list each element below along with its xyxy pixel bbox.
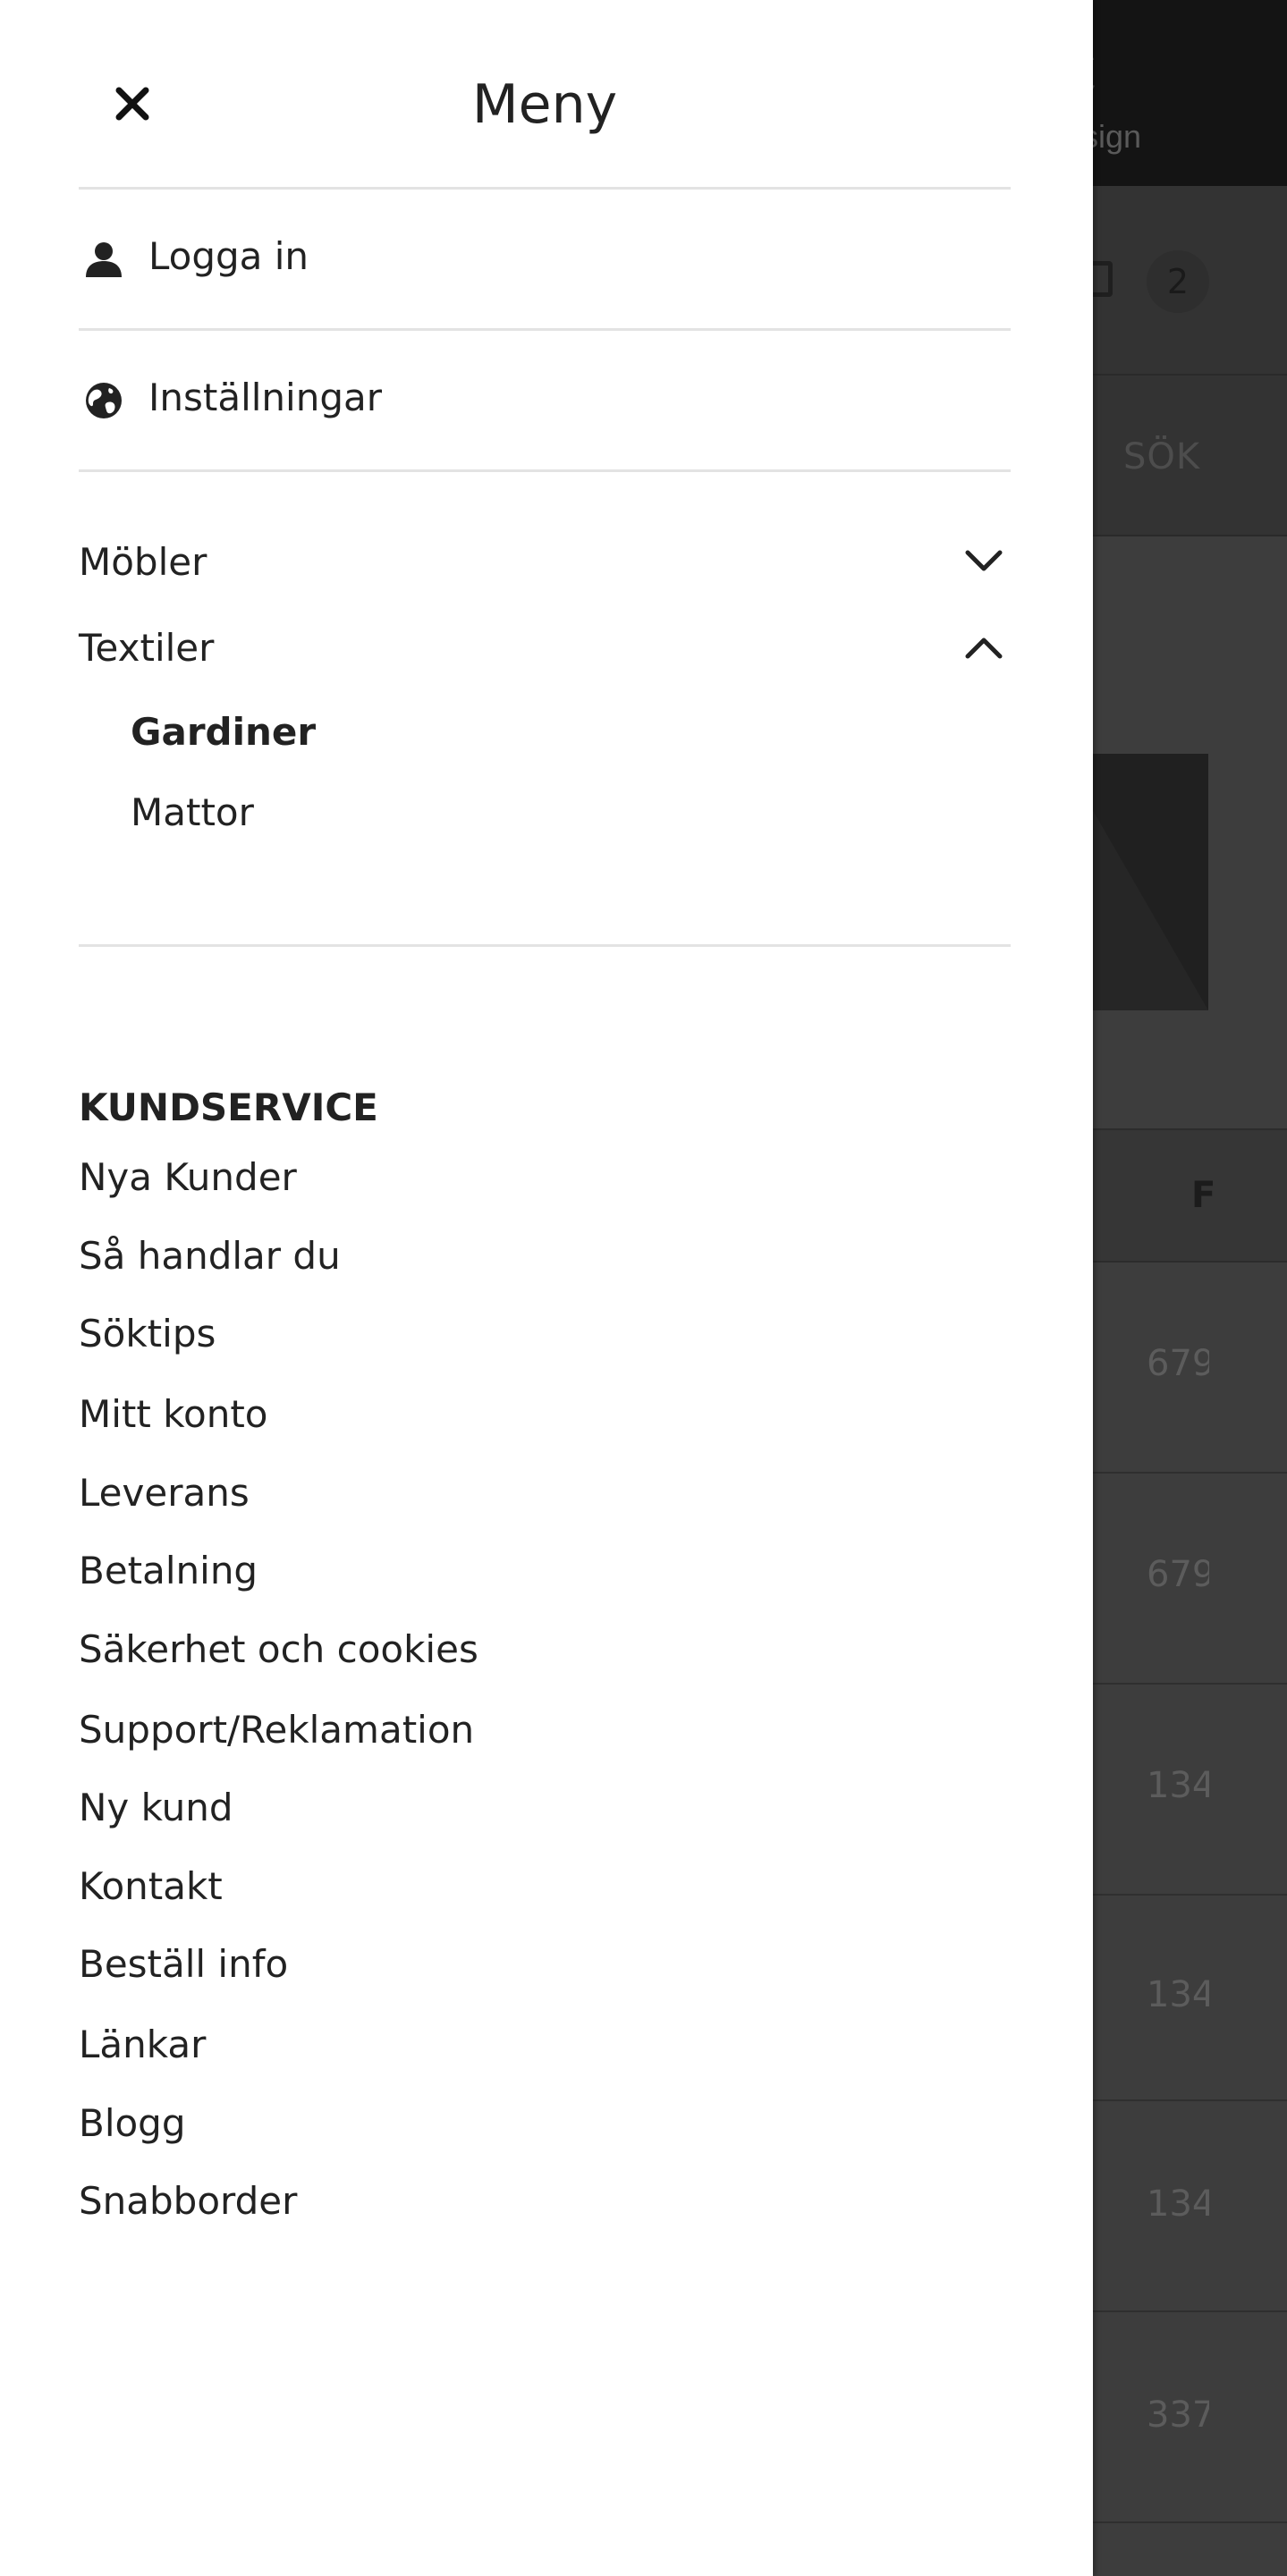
login-link[interactable]: Logga in xyxy=(79,190,1011,331)
search-label: SÖK xyxy=(1123,436,1201,477)
cart-count-badge: 2 xyxy=(1147,250,1209,313)
customer-service-heading: KUNDSERVICE xyxy=(79,1085,378,1129)
link-lankar[interactable]: Länkar xyxy=(79,2023,206,2066)
settings-link[interactable]: Inställningar xyxy=(79,331,1011,472)
row-price: 134 xyxy=(1147,1765,1209,1806)
category-label: Textiler xyxy=(79,626,215,670)
row-price: 337 xyxy=(1147,2394,1209,2436)
link-leverans[interactable]: Leverans xyxy=(79,1471,250,1515)
link-soktips[interactable]: Söktips xyxy=(79,1312,216,1356)
chevron-up-icon xyxy=(965,638,1003,659)
menu-drawer: Meny Logga in Inställningar Möbler Texti… xyxy=(0,0,1093,2576)
user-icon xyxy=(86,242,122,277)
link-sakerhet-och-cookies[interactable]: Säkerhet och cookies xyxy=(79,1627,478,1671)
drawer-title: Meny xyxy=(471,73,618,136)
divider xyxy=(79,944,1011,947)
chevron-down-icon xyxy=(965,550,1003,571)
link-snabborder[interactable]: Snabborder xyxy=(79,2179,297,2223)
link-support-reklamation[interactable]: Support/Reklamation xyxy=(79,1708,474,1752)
link-ny-kund[interactable]: Ny kund xyxy=(79,1786,233,1829)
link-kontakt[interactable]: Kontakt xyxy=(79,1864,223,1908)
row-price: 134 xyxy=(1147,2183,1209,2225)
link-sa-handlar-du[interactable]: Så handlar du xyxy=(79,1234,341,1278)
category-mobler[interactable]: Möbler xyxy=(79,531,1011,603)
globe-icon xyxy=(86,383,122,418)
row-price: 679 xyxy=(1147,1554,1209,1595)
category-label: Möbler xyxy=(79,540,207,584)
link-betalning[interactable]: Betalning xyxy=(79,1549,258,1592)
link-mitt-konto[interactable]: Mitt konto xyxy=(79,1392,268,1436)
row-price: 134 xyxy=(1147,1974,1209,2015)
drawer-header: Meny xyxy=(79,0,1011,190)
link-nya-kunder[interactable]: Nya Kunder xyxy=(79,1155,297,1199)
login-label: Logga in xyxy=(148,234,309,278)
category-textiler[interactable]: Textiler xyxy=(79,617,1011,688)
link-blogg[interactable]: Blogg xyxy=(79,2101,186,2145)
subcategory-mattor[interactable]: Mattor xyxy=(131,790,254,853)
subcategory-gardiner[interactable]: Gardiner xyxy=(131,710,316,773)
table-header-label: F xyxy=(1191,1175,1216,1216)
settings-label: Inställningar xyxy=(148,376,383,419)
row-price: 679 xyxy=(1147,1343,1209,1384)
link-bestall-info[interactable]: Beställ info xyxy=(79,1942,288,1986)
